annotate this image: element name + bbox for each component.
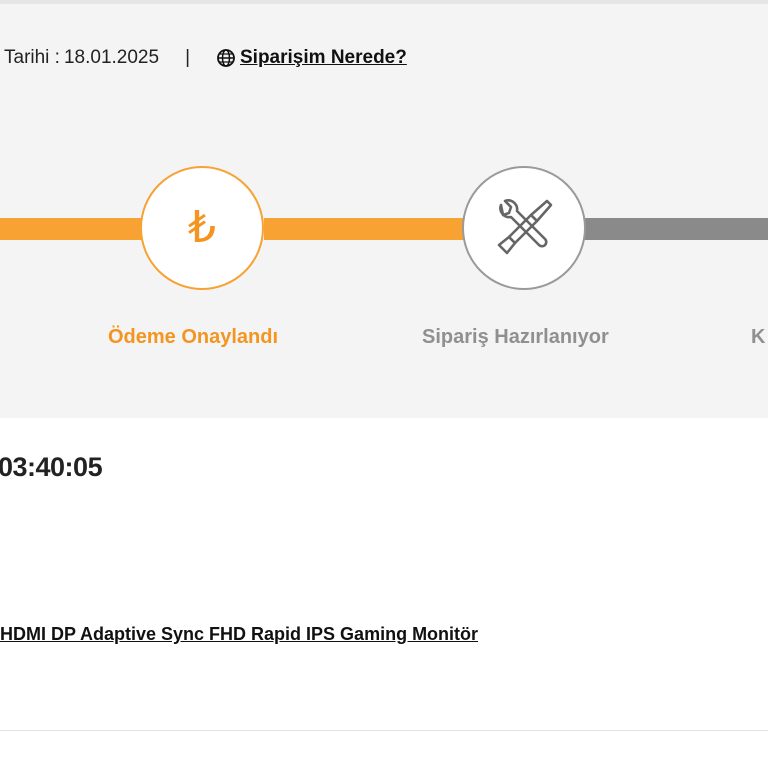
progress-bar-completed [264,218,464,240]
tools-icon [487,191,561,265]
globe-icon [216,48,236,68]
order-status-page: Tarihi : 18.01.2025 | Siparişim Nerede? … [0,0,768,768]
product-name-link[interactable]: HDMI DP Adaptive Sync FHD Rapid IPS Gami… [0,624,478,645]
step-payment-approved: ₺ [140,166,264,290]
order-date-label: Tarihi : [4,47,60,68]
divider [0,730,768,731]
progress-bar-completed [0,218,142,240]
where-is-my-order-label: Siparişim Nerede? [240,47,407,68]
order-info-row: Tarihi : 18.01.2025 | Siparişim Nerede? [0,46,407,70]
lira-icon: ₺ [188,202,216,253]
step-label-order-preparing: Sipariş Hazırlanıyor [422,326,609,348]
order-date-value: 18.01.2025 [63,47,160,68]
separator: | [185,47,190,68]
step-order-preparing [462,166,586,290]
step-label-payment-approved: Ödeme Onaylandı [108,326,279,348]
progress-bar-pending [584,218,768,240]
where-is-my-order-link[interactable]: Siparişim Nerede? [216,47,407,69]
step-label-next: K [751,326,766,348]
countdown-timer: 03:40:05 [0,452,103,482]
